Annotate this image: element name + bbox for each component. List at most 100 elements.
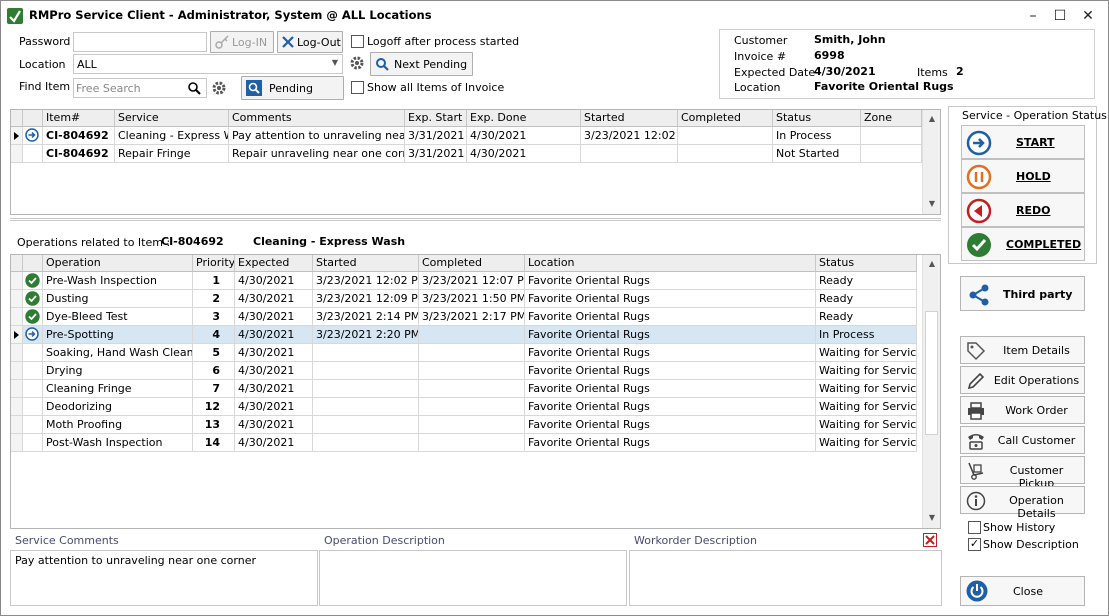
completed-button[interactable]: COMPLETED xyxy=(961,227,1085,261)
operations-cell[interactable]: Pre-Spotting xyxy=(43,326,193,344)
edit-operations-button[interactable]: Edit Operations xyxy=(960,366,1085,394)
operations-cell[interactable]: Waiting for Service xyxy=(816,398,917,416)
operations-cell[interactable]: Ready xyxy=(816,290,917,308)
operations-cell[interactable]: Favorite Oriental Rugs xyxy=(525,290,816,308)
operations-cell[interactable] xyxy=(313,362,419,380)
operations-cell[interactable]: 5 xyxy=(193,344,235,362)
row-indicator[interactable] xyxy=(11,344,23,362)
minimize-button[interactable]: – xyxy=(1019,5,1047,27)
third-party-button[interactable]: Third party xyxy=(960,276,1085,311)
items-cell[interactable] xyxy=(678,145,773,163)
operations-cell[interactable] xyxy=(419,398,525,416)
items-cell[interactable]: 4/30/2021 xyxy=(467,145,581,163)
operations-cell[interactable]: Cleaning Fringe xyxy=(43,380,193,398)
operations-cell[interactable] xyxy=(419,362,525,380)
operations-cell[interactable]: 4/30/2021 xyxy=(235,344,313,362)
row-indicator[interactable] xyxy=(11,308,23,326)
operations-column-header[interactable]: Expected xyxy=(235,255,313,272)
operations-cell[interactable]: Favorite Oriental Rugs xyxy=(525,308,816,326)
operations-cell[interactable]: Favorite Oriental Rugs xyxy=(525,344,816,362)
operations-cell[interactable]: Waiting for Service xyxy=(816,380,917,398)
operations-column-header[interactable]: Location xyxy=(525,255,816,272)
operation-details-button[interactable]: Operation Details xyxy=(960,486,1085,520)
operations-cell[interactable]: Waiting for Service xyxy=(816,416,917,434)
operations-cell[interactable]: 7 xyxy=(193,380,235,398)
operations-cell[interactable]: 4 xyxy=(193,326,235,344)
vertical-scrollbar[interactable]: ▲ ▼ xyxy=(922,110,940,214)
operations-cell[interactable]: Dye-Bleed Test xyxy=(43,308,193,326)
operations-cell[interactable] xyxy=(313,434,419,452)
operations-cell[interactable]: 1 xyxy=(193,272,235,290)
operations-cell[interactable]: 3/23/2021 2:20 PM xyxy=(313,326,419,344)
redo-button[interactable]: REDO xyxy=(961,193,1085,227)
operations-cell[interactable]: Favorite Oriental Rugs xyxy=(525,434,816,452)
items-column-header[interactable]: Completed xyxy=(678,110,773,127)
location-select[interactable]: ALL ▼ xyxy=(73,54,343,74)
operations-cell[interactable]: Favorite Oriental Rugs xyxy=(525,326,816,344)
operations-cell[interactable]: Favorite Oriental Rugs xyxy=(525,362,816,380)
password-field[interactable] xyxy=(73,32,207,52)
items-cell[interactable]: Pay attention to unraveling near one xyxy=(229,127,405,145)
operations-column-header[interactable] xyxy=(23,255,43,272)
gear-icon[interactable] xyxy=(349,55,365,71)
logout-button[interactable]: Log-Out xyxy=(277,31,343,53)
operations-cell[interactable]: Waiting for Service xyxy=(816,434,917,452)
scroll-up-icon[interactable]: ▲ xyxy=(924,256,940,272)
operations-cell[interactable]: 4/30/2021 xyxy=(235,272,313,290)
operations-column-header[interactable]: Completed xyxy=(419,255,525,272)
operations-cell[interactable]: 3/23/2021 1:50 PM xyxy=(419,290,525,308)
items-cell[interactable]: In Process xyxy=(773,127,861,145)
operations-cell[interactable]: Drying xyxy=(43,362,193,380)
items-cell[interactable] xyxy=(678,127,773,145)
operations-cell[interactable]: 3/23/2021 12:07 PM xyxy=(419,272,525,290)
items-cell[interactable]: CI-804692 xyxy=(43,127,115,145)
operations-cell[interactable]: 4/30/2021 xyxy=(235,362,313,380)
items-cell[interactable]: Repair unraveling near one corner xyxy=(229,145,405,163)
items-cell[interactable]: 3/31/2021 xyxy=(405,145,467,163)
operations-cell[interactable]: 3 xyxy=(193,308,235,326)
operations-cell[interactable] xyxy=(419,380,525,398)
items-column-header[interactable]: Comments xyxy=(229,110,405,127)
operations-cell[interactable] xyxy=(313,380,419,398)
show-all-checkbox[interactable] xyxy=(351,81,364,94)
items-cell[interactable]: Cleaning - Express Was xyxy=(115,127,229,145)
operations-cell[interactable] xyxy=(313,416,419,434)
items-column-header[interactable]: Service xyxy=(115,110,229,127)
items-column-header[interactable]: Started xyxy=(581,110,678,127)
start-button[interactable]: START xyxy=(961,125,1085,159)
operations-cell[interactable]: Moth Proofing xyxy=(43,416,193,434)
operations-cell[interactable]: 4/30/2021 xyxy=(235,416,313,434)
items-cell[interactable]: CI-804692 xyxy=(43,145,115,163)
items-column-header[interactable]: Status xyxy=(773,110,861,127)
items-column-header[interactable]: Exp. Start xyxy=(405,110,467,127)
scroll-up-icon[interactable]: ▲ xyxy=(924,111,940,127)
operations-cell[interactable]: Deodorizing xyxy=(43,398,193,416)
items-cell[interactable]: 3/23/2021 12:02 PM xyxy=(581,127,678,145)
items-column-header[interactable] xyxy=(23,110,43,127)
operations-cell[interactable]: 6 xyxy=(193,362,235,380)
items-column-header[interactable]: Item# xyxy=(43,110,115,127)
operations-cell[interactable]: 3/23/2021 2:17 PM xyxy=(419,308,525,326)
customer-pickup-button[interactable]: Customer Pickup xyxy=(960,456,1085,490)
operations-cell[interactable]: 4/30/2021 xyxy=(235,290,313,308)
operations-cell[interactable]: Post-Wash Inspection xyxy=(43,434,193,452)
items-column-header[interactable] xyxy=(11,110,23,127)
items-cell[interactable] xyxy=(861,145,922,163)
scroll-down-icon[interactable]: ▼ xyxy=(924,510,940,526)
row-indicator[interactable] xyxy=(11,127,23,145)
operations-cell[interactable]: Waiting for Service xyxy=(816,362,917,380)
service-comments-box[interactable]: Pay attention to unraveling near one cor… xyxy=(10,550,318,606)
search-icon[interactable] xyxy=(188,82,201,95)
row-indicator[interactable] xyxy=(11,416,23,434)
items-cell[interactable]: 4/30/2021 xyxy=(467,127,581,145)
item-details-button[interactable]: Item Details xyxy=(960,336,1085,364)
operations-cell[interactable]: 2 xyxy=(193,290,235,308)
row-indicator[interactable] xyxy=(11,326,23,344)
operations-column-header[interactable] xyxy=(11,255,23,272)
close-button[interactable]: Close xyxy=(960,576,1085,606)
operations-cell[interactable]: 14 xyxy=(193,434,235,452)
operations-cell[interactable]: Dusting xyxy=(43,290,193,308)
items-cell[interactable]: 3/31/2021 xyxy=(405,127,467,145)
operations-cell[interactable]: Favorite Oriental Rugs xyxy=(525,380,816,398)
show-description-checkbox[interactable]: ✓ xyxy=(968,538,981,551)
